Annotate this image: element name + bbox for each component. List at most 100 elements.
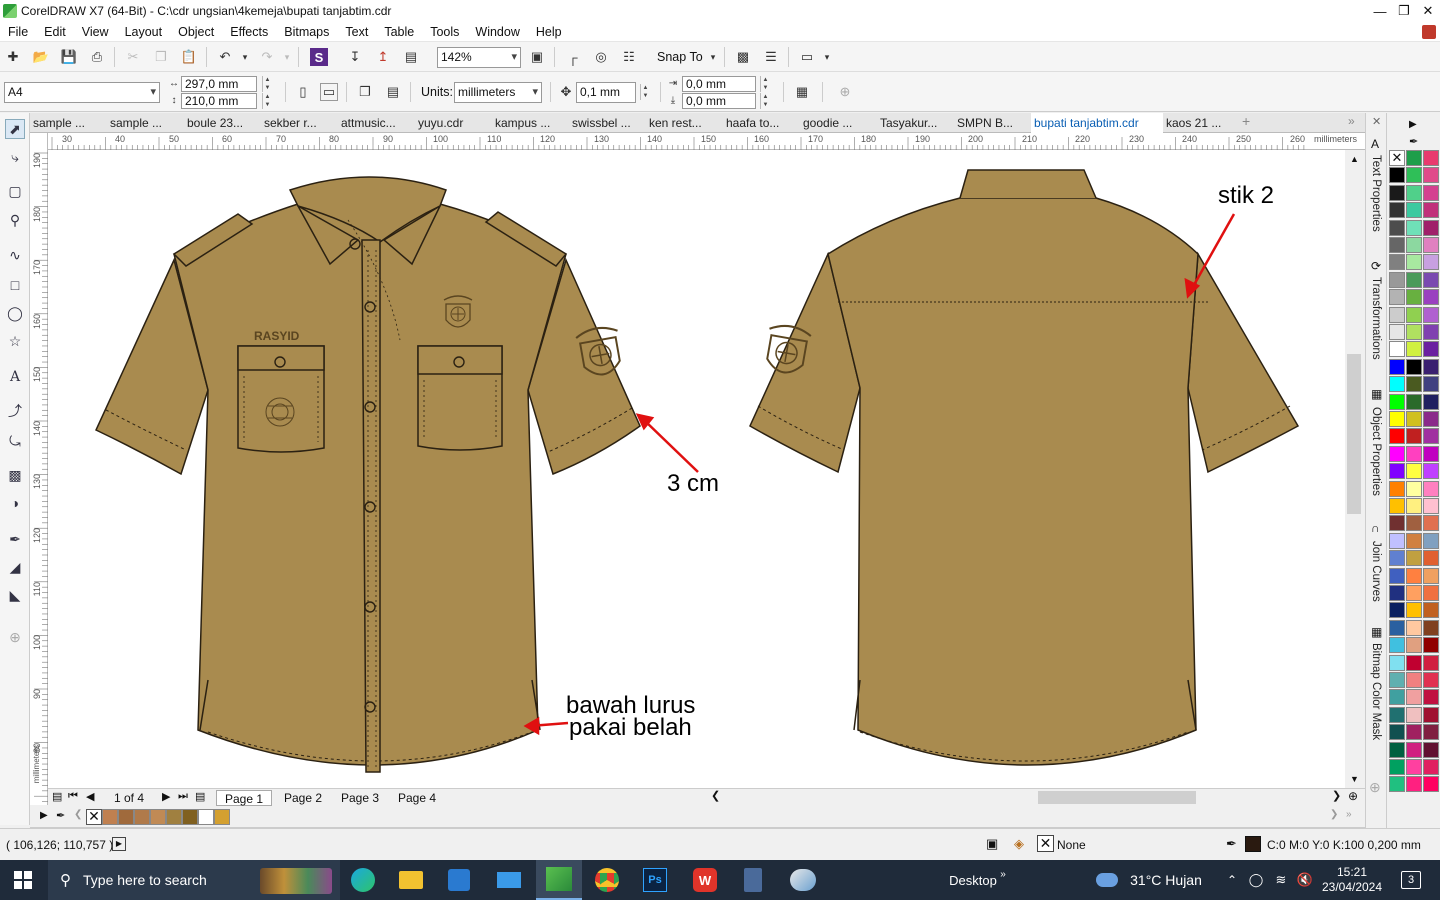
- color-swatch[interactable]: [1406, 776, 1422, 793]
- color-swatch[interactable]: [1423, 202, 1439, 219]
- doc-tab[interactable]: boule 23...: [184, 113, 261, 133]
- color-swatch[interactable]: [1389, 654, 1405, 671]
- palette-scroll-left-icon[interactable]: ❮: [74, 809, 82, 820]
- restore-button[interactable]: ❐: [1392, 0, 1416, 22]
- color-swatch[interactable]: [1423, 637, 1439, 654]
- menu-object[interactable]: Object: [170, 25, 222, 39]
- menu-text[interactable]: Text: [337, 25, 376, 39]
- color-swatch[interactable]: [1423, 776, 1439, 793]
- doc-tab[interactable]: sample ...: [30, 113, 107, 133]
- show-rulers-icon[interactable]: ┌: [564, 48, 582, 66]
- wps-taskbar-icon[interactable]: W: [684, 860, 726, 900]
- color-swatch[interactable]: [1389, 550, 1405, 567]
- tray-chevron-icon[interactable]: ⌃: [1222, 860, 1242, 900]
- page-tab-4[interactable]: Page 4: [390, 790, 444, 806]
- docker-bitmap-color-mask[interactable]: Bitmap Color Mask: [1370, 643, 1382, 740]
- color-swatch[interactable]: [1406, 445, 1422, 462]
- desktop-expand-icon[interactable]: »: [996, 854, 1010, 894]
- color-swatch[interactable]: [1389, 759, 1405, 775]
- document-color-swatch[interactable]: [102, 809, 118, 825]
- docker-object-properties[interactable]: Object Properties: [1370, 407, 1382, 496]
- color-swatch[interactable]: [1423, 689, 1439, 706]
- page-size-combo[interactable]: A4: [4, 82, 160, 103]
- chrome-taskbar-icon[interactable]: [586, 860, 628, 900]
- undo-icon[interactable]: ↶: [216, 48, 234, 66]
- horizontal-scroll-thumb[interactable]: [1038, 791, 1196, 804]
- color-swatch[interactable]: [1423, 532, 1439, 549]
- color-swatch[interactable]: [1389, 724, 1405, 741]
- color-swatch[interactable]: [1406, 219, 1422, 236]
- color-swatch[interactable]: [1406, 654, 1422, 671]
- print-icon[interactable]: ⎙: [88, 48, 106, 66]
- document-color-swatch[interactable]: [182, 809, 198, 825]
- document-color-swatch[interactable]: [214, 809, 230, 825]
- units-combo[interactable]: millimeters: [454, 82, 542, 103]
- smart-fill-tool-icon[interactable]: ◣: [5, 585, 25, 605]
- color-swatch[interactable]: [1406, 706, 1422, 723]
- shape-tool-icon[interactable]: ⤷: [5, 147, 25, 167]
- document-color-swatch[interactable]: [166, 809, 182, 825]
- launcher-chevron-icon[interactable]: ▾: [818, 48, 836, 66]
- eyedropper-tool-icon[interactable]: ✒: [5, 529, 25, 549]
- palette-eyedropper-icon[interactable]: ✒: [1409, 135, 1418, 148]
- text-tool-icon[interactable]: A: [5, 367, 25, 387]
- color-swatch[interactable]: [1389, 306, 1405, 323]
- color-swatch[interactable]: [1423, 445, 1439, 462]
- color-swatch[interactable]: [1406, 306, 1422, 323]
- zoom-to-page-icon[interactable]: ▣: [528, 48, 546, 66]
- color-swatch[interactable]: [1389, 167, 1405, 184]
- color-swatch[interactable]: [1389, 202, 1405, 219]
- color-swatch[interactable]: [1406, 602, 1422, 619]
- docker-close-icon[interactable]: ✕: [1372, 115, 1381, 128]
- color-swatch[interactable]: [1423, 602, 1439, 619]
- current-page-icon[interactable]: ▤: [384, 83, 402, 101]
- add-toolbar-icon[interactable]: ⊕: [836, 83, 854, 101]
- nudge-distance-input[interactable]: 0,1 mm: [576, 82, 636, 103]
- interactive-fill-tool-icon[interactable]: ◢: [5, 557, 25, 577]
- doc-tab[interactable]: haafa to...: [723, 113, 800, 133]
- color-swatch[interactable]: [1389, 463, 1405, 480]
- page-height-spinner[interactable]: ▲ ▼: [262, 93, 272, 109]
- search-content-icon[interactable]: S: [310, 48, 328, 66]
- doc-tab[interactable]: Tasyakur...: [877, 113, 954, 133]
- color-swatch[interactable]: [1406, 463, 1422, 480]
- weather-icon[interactable]: [1094, 860, 1120, 900]
- palette-scroll-right-icon[interactable]: ❯: [1330, 809, 1338, 820]
- menu-help[interactable]: Help: [528, 25, 570, 39]
- app-taskbar-icon[interactable]: [780, 860, 826, 900]
- color-swatch[interactable]: [1423, 498, 1439, 514]
- color-swatch[interactable]: [1406, 689, 1422, 706]
- color-swatch[interactable]: [1423, 306, 1439, 323]
- page-tab-1[interactable]: Page 1: [216, 790, 273, 806]
- no-color-swatch[interactable]: ✕: [86, 809, 102, 825]
- color-swatch[interactable]: [1389, 480, 1405, 497]
- document-color-swatch[interactable]: [118, 809, 134, 825]
- import-icon[interactable]: ↧: [346, 48, 364, 66]
- color-swatch[interactable]: [1389, 776, 1405, 793]
- redo-icon[interactable]: ↷: [258, 48, 276, 66]
- color-swatch[interactable]: [1423, 150, 1439, 166]
- shirt-artwork[interactable]: RASYID: [48, 150, 1345, 788]
- color-swatch[interactable]: [1389, 237, 1405, 253]
- duplicate-y-spinner[interactable]: ▲ ▼: [760, 93, 770, 109]
- color-swatch[interactable]: [1406, 411, 1422, 427]
- no-color-swatch[interactable]: ✕: [1389, 150, 1405, 166]
- color-swatch[interactable]: [1423, 376, 1439, 393]
- color-swatch[interactable]: [1406, 619, 1422, 636]
- docker-join-curves[interactable]: Join Curves: [1370, 541, 1382, 602]
- doc-tab[interactable]: attmusic...: [338, 113, 415, 133]
- color-swatch[interactable]: [1389, 271, 1405, 288]
- mail-taskbar-icon[interactable]: [488, 860, 530, 900]
- fill-info-icon[interactable]: ▣: [986, 836, 998, 852]
- color-swatch[interactable]: [1423, 184, 1439, 201]
- color-swatch[interactable]: [1423, 254, 1439, 271]
- color-swatch[interactable]: [1423, 619, 1439, 636]
- polygon-tool-icon[interactable]: ☆: [5, 331, 25, 351]
- color-swatch[interactable]: [1389, 341, 1405, 358]
- add-page-after-icon[interactable]: ▤: [195, 790, 205, 803]
- doc-tab[interactable]: ken rest...: [646, 113, 723, 133]
- color-swatch[interactable]: [1389, 358, 1405, 375]
- user-icon[interactable]: [1422, 25, 1436, 39]
- color-swatch[interactable]: [1389, 289, 1405, 306]
- horizontal-ruler[interactable]: 30 40 50 60 70 80 90 100 110 120 130 140…: [48, 133, 1365, 150]
